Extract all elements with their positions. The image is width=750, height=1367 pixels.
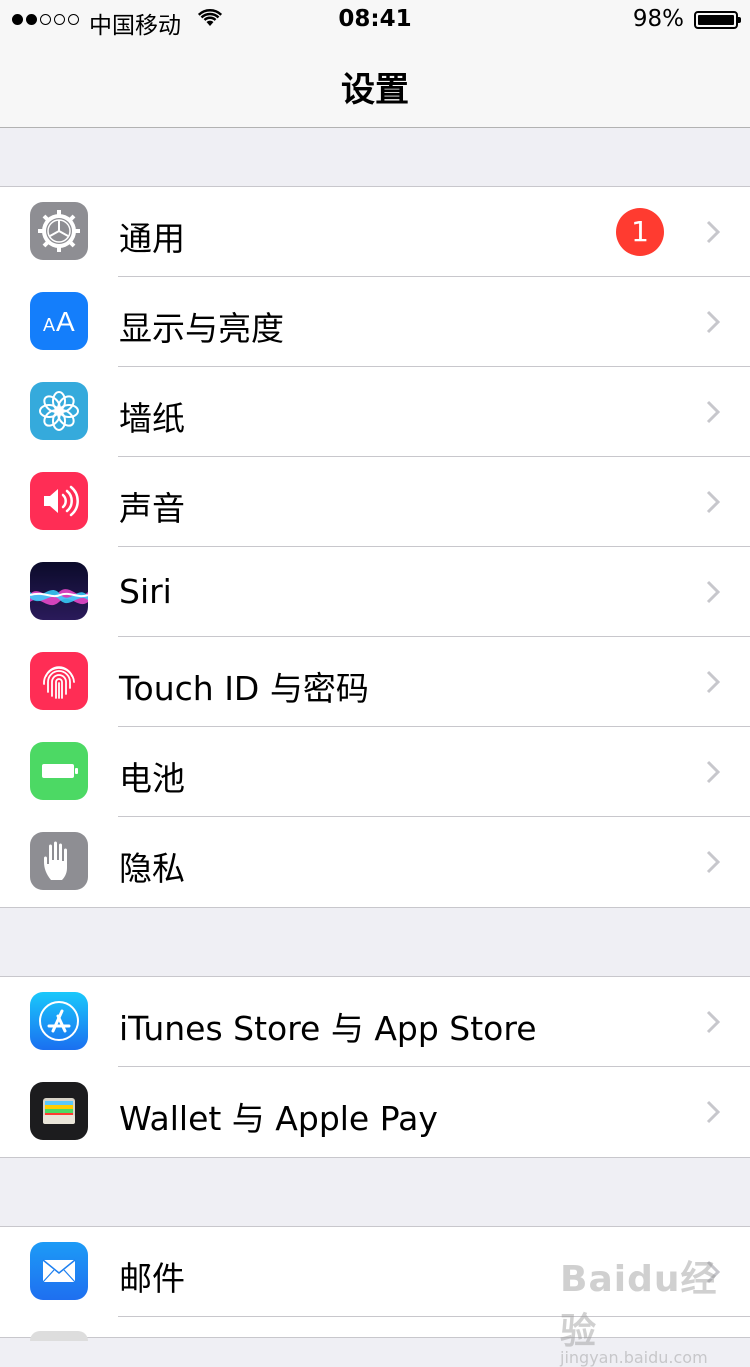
chevron-right-icon	[706, 670, 721, 698]
page-title: 设置	[341, 70, 409, 110]
settings-group-2: iTunes Store 与 App Store Wallet 与 Apple …	[0, 976, 750, 1158]
watermark-url: jingyan.baidu.com	[560, 1348, 708, 1367]
row-label: 通用	[119, 219, 185, 258]
chevron-right-icon	[706, 760, 721, 788]
settings-group-1: 通用 1 A A 显示与亮度 墙纸 声音 Siri Touch ID 与密码 电…	[0, 186, 750, 908]
row-sounds[interactable]: 声音	[0, 457, 750, 547]
mail-icon	[30, 1242, 88, 1300]
watermark-text: Baidu经验	[560, 1259, 718, 1352]
speaker-icon	[30, 472, 88, 530]
hand-icon	[30, 832, 88, 890]
row-label: Siri	[119, 572, 172, 611]
row-label: 隐私	[119, 849, 185, 888]
siri-icon	[30, 562, 88, 620]
row-label: 邮件	[119, 1259, 185, 1298]
navigation-bar: 中国移动 08:41 98% 设置	[0, 0, 750, 128]
row-label: Touch ID 与密码	[119, 669, 369, 708]
chevron-right-icon	[706, 400, 721, 428]
row-wallet-apple-pay[interactable]: Wallet 与 Apple Pay	[0, 1067, 750, 1157]
row-label: 墙纸	[119, 399, 185, 438]
chevron-right-icon	[706, 490, 721, 518]
fingerprint-icon	[30, 652, 88, 710]
row-wallpaper[interactable]: 墙纸	[0, 367, 750, 457]
row-itunes-app-store[interactable]: iTunes Store 与 App Store	[0, 977, 750, 1067]
notification-badge: 1	[616, 208, 664, 256]
status-bar: 中国移动 08:41 98%	[0, 0, 750, 40]
chevron-right-icon	[706, 1010, 721, 1038]
chevron-right-icon	[706, 310, 721, 338]
battery-icon	[694, 11, 741, 29]
gear-icon	[30, 202, 88, 260]
text-size-icon: A A	[30, 292, 88, 350]
next-row-icon-partial	[30, 1331, 88, 1341]
flower-icon	[30, 382, 88, 440]
svg-text:A: A	[56, 306, 75, 337]
row-privacy[interactable]: 隐私	[0, 817, 750, 907]
chevron-right-icon	[706, 580, 721, 608]
row-label: Wallet 与 Apple Pay	[119, 1099, 438, 1138]
row-label: 声音	[119, 489, 185, 528]
svg-text:A: A	[43, 315, 55, 335]
battery-icon	[30, 742, 88, 800]
watermark: Baidu经验 jingyan.baidu.com	[560, 1250, 750, 1367]
app-store-icon	[30, 992, 88, 1050]
battery-percentage: 98%	[632, 6, 684, 32]
row-label: 电池	[119, 759, 185, 798]
row-siri[interactable]: Siri	[0, 547, 750, 637]
chevron-right-icon	[706, 850, 721, 878]
row-general[interactable]: 通用 1	[0, 187, 750, 277]
row-label: iTunes Store 与 App Store	[119, 1009, 537, 1048]
row-label: 显示与亮度	[119, 309, 284, 348]
row-touch-id-passcode[interactable]: Touch ID 与密码	[0, 637, 750, 727]
chevron-right-icon	[706, 1100, 721, 1128]
wallet-icon	[30, 1082, 88, 1140]
row-display-brightness[interactable]: A A 显示与亮度	[0, 277, 750, 367]
row-battery[interactable]: 电池	[0, 727, 750, 817]
chevron-right-icon	[706, 220, 721, 248]
